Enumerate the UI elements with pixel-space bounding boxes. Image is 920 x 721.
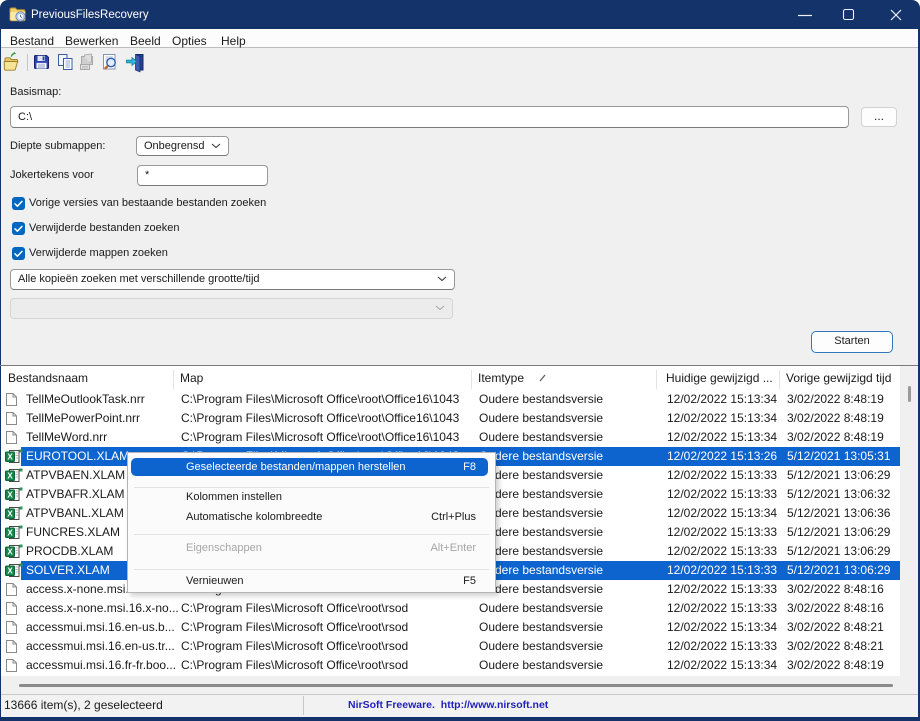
- svg-text:X: X: [7, 491, 13, 500]
- svg-text:X: X: [7, 567, 13, 576]
- svg-text:X: X: [7, 548, 13, 557]
- svg-text:X: X: [7, 529, 13, 538]
- svg-text:X: X: [7, 510, 13, 519]
- svg-text:X: X: [7, 472, 13, 481]
- svg-text:X: X: [7, 453, 13, 462]
